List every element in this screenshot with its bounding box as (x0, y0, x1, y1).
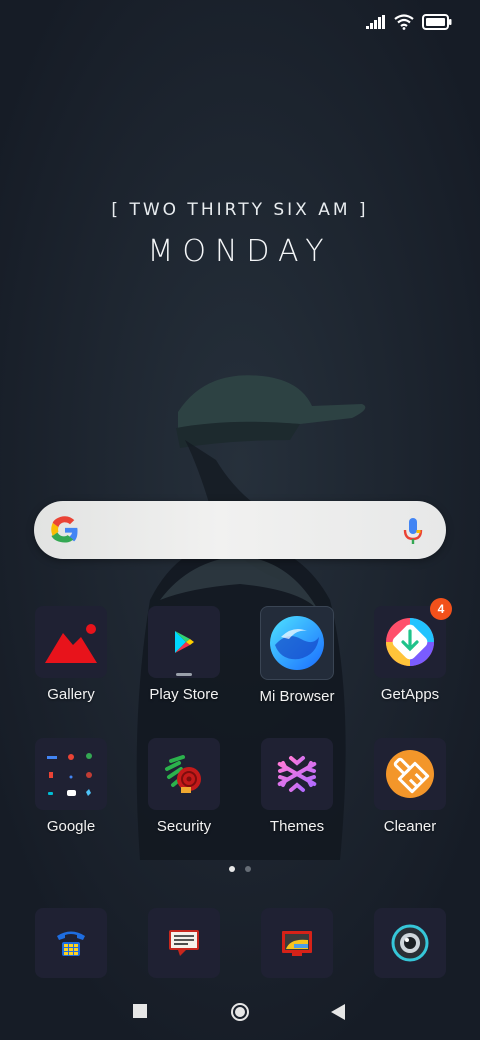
square-recents-icon[interactable] (133, 1004, 147, 1018)
gallery-tile[interactable] (35, 606, 107, 678)
day-text: MONDAY (147, 234, 333, 269)
app-label: Security (156, 818, 212, 835)
app-label: Themes (269, 818, 325, 835)
clock-widget[interactable]: [ TWO THIRTY SIX AM ] MONDAY (0, 200, 480, 269)
circle-home-icon[interactable] (228, 1000, 252, 1024)
status-bar (366, 10, 452, 34)
play-store-icon (175, 631, 194, 653)
app-google-folder[interactable]: Google (15, 738, 127, 835)
page-dot-active (229, 866, 235, 872)
dock-camera[interactable] (374, 908, 446, 978)
getapps-tile[interactable]: 4 (374, 598, 452, 678)
app-play-store[interactable]: Play Store (128, 606, 240, 703)
app-label: Mi Browser (259, 688, 335, 705)
cleaner-tile[interactable] (374, 738, 446, 810)
themes-icon (277, 752, 317, 796)
app-cleaner[interactable]: Cleaner (354, 738, 466, 835)
app-label: Google (46, 818, 96, 835)
phone-icon (57, 931, 85, 956)
camera-icon (391, 924, 429, 962)
app-mi-browser[interactable]: Mi Browser (241, 606, 353, 705)
themes-tile[interactable] (261, 738, 333, 810)
messages-icon (169, 930, 199, 956)
mi-browser-tile[interactable] (260, 606, 334, 680)
google-folder-tile[interactable] (35, 738, 107, 810)
dock-phone[interactable] (35, 908, 107, 978)
google-g-icon (51, 516, 78, 543)
time-text: [ TWO THIRTY SIX AM ] (111, 200, 369, 220)
google-search-bar[interactable] (34, 501, 446, 559)
app-label: GetApps (380, 686, 440, 703)
page-dot (245, 866, 251, 872)
signal-bars-icon (366, 15, 385, 29)
battery-icon (422, 14, 452, 30)
microphone-icon[interactable] (402, 516, 424, 546)
app-gallery[interactable]: Gallery (15, 606, 127, 703)
screen-recorder-icon (282, 931, 312, 956)
app-label: Play Store (149, 686, 219, 703)
notification-badge: 4 (430, 598, 452, 620)
security-icon (165, 755, 201, 793)
app-getapps[interactable]: 4 GetApps (354, 598, 466, 703)
dock-messages[interactable] (148, 908, 220, 978)
mi-browser-icon (270, 616, 324, 670)
dock-screen-recorder[interactable] (261, 908, 333, 978)
triangle-back-icon[interactable] (330, 1003, 346, 1021)
cleaner-icon (386, 750, 434, 798)
navigation-bar (0, 995, 480, 1029)
app-security[interactable]: Security (128, 738, 240, 835)
app-label: Cleaner (383, 818, 437, 835)
app-themes[interactable]: Themes (241, 738, 353, 835)
gallery-icon (45, 624, 97, 663)
security-tile[interactable] (148, 738, 220, 810)
running-indicator (176, 673, 192, 676)
google-folder-icon (47, 753, 92, 796)
wifi-icon (394, 14, 414, 30)
page-indicator (0, 866, 480, 872)
app-label: Gallery (47, 686, 95, 703)
play-store-tile[interactable] (148, 606, 220, 678)
getapps-icon (386, 618, 434, 666)
